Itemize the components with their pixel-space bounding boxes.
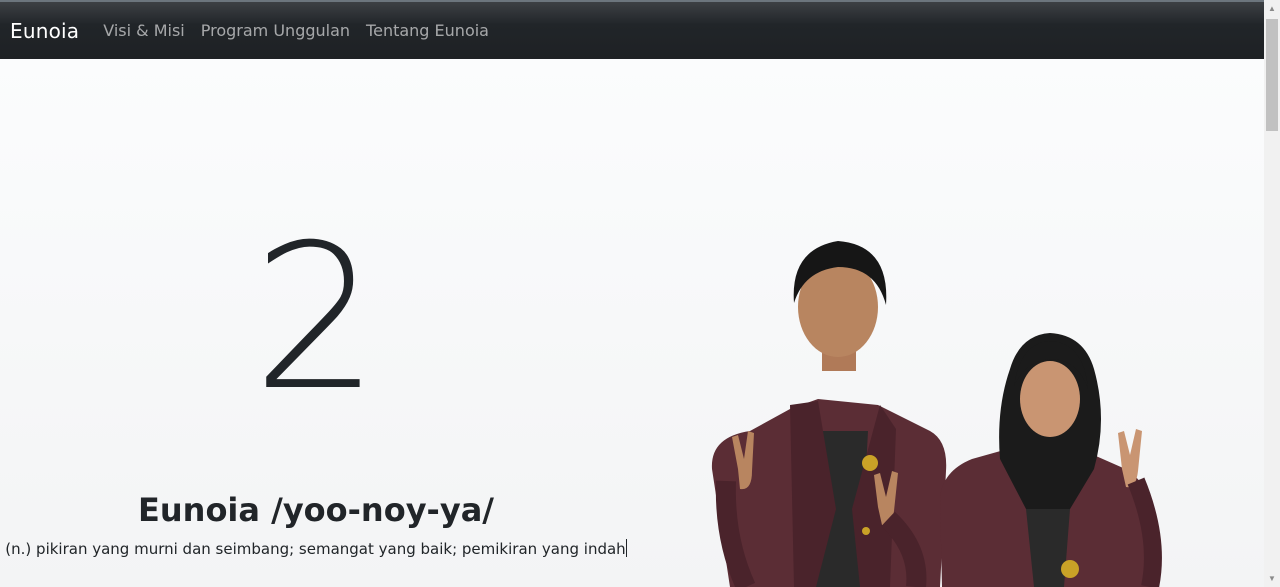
word-definition: (n.) pikiran yang murni dan seimbang; se… bbox=[0, 539, 632, 558]
nav-link-tentang-eunoia[interactable]: Tentang Eunoia bbox=[366, 21, 489, 40]
nav-link-program-unggulan[interactable]: Program Unggulan bbox=[201, 21, 350, 40]
hero-section: 2 Eunoia /yoo-noy-ya/ (n.) pikiran yang … bbox=[0, 59, 1264, 587]
word-definition-text: (n.) pikiran yang murni dan seimbang; se… bbox=[5, 540, 626, 558]
text-caret bbox=[625, 539, 627, 557]
scroll-down-icon[interactable]: ▼ bbox=[1264, 570, 1280, 587]
candidate-number: 2 bbox=[252, 202, 380, 435]
navbar: Eunoia Visi & Misi Program Unggulan Tent… bbox=[0, 0, 1264, 59]
vertical-scrollbar[interactable]: ▲ ▼ bbox=[1264, 0, 1280, 587]
navbar-brand[interactable]: Eunoia bbox=[10, 19, 79, 43]
scroll-thumb[interactable] bbox=[1266, 19, 1278, 131]
male-candidate bbox=[711, 241, 947, 587]
nav-link-visi-misi[interactable]: Visi & Misi bbox=[103, 21, 185, 40]
candidates-photo bbox=[711, 241, 1162, 587]
scroll-up-icon[interactable]: ▲ bbox=[1264, 0, 1280, 17]
word-title: Eunoia /yoo-noy-ya/ bbox=[138, 491, 494, 529]
female-candidate bbox=[940, 333, 1162, 587]
